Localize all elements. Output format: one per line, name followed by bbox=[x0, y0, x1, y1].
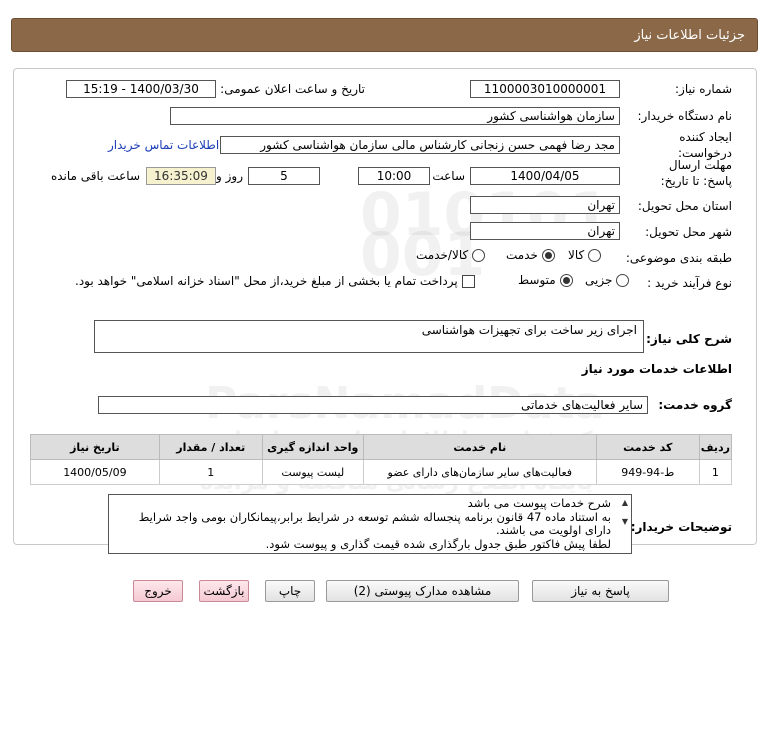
scroll-down-icon[interactable]: ▼ bbox=[622, 517, 628, 526]
back-button[interactable]: بازگشت bbox=[199, 580, 249, 602]
buyer-notes-textarea[interactable]: شرح خدمات پیوست می باشد به استناد ماده 4… bbox=[108, 494, 632, 554]
announce-label: تاریخ و ساعت اعلان عمومی: bbox=[220, 82, 365, 96]
service-group-value: سایر فعالیت‌های خدماتی bbox=[98, 396, 648, 414]
services-table: ردیف کد خدمت نام خدمت واحد اندازه گیری ت… bbox=[30, 434, 733, 485]
radio-icon[interactable] bbox=[588, 249, 602, 262]
radio-selected-icon[interactable] bbox=[541, 249, 555, 262]
col-row-header: ردیف bbox=[698, 434, 733, 460]
note-line: شرح خدمات پیوست می باشد bbox=[467, 496, 611, 510]
exit-button[interactable]: خروج bbox=[133, 580, 183, 602]
radio-icon[interactable] bbox=[616, 274, 630, 287]
reply-button[interactable]: پاسخ به نیاز bbox=[532, 580, 669, 602]
deadline-label: مهلت ارسال پاسخ: تا تاریخ: bbox=[660, 158, 732, 188]
radio-selected-icon[interactable] bbox=[559, 274, 573, 287]
notes-scrollbar[interactable]: ▲ ▼ bbox=[622, 498, 628, 526]
process-option-medium[interactable]: متوسط bbox=[518, 273, 573, 287]
scroll-up-icon[interactable]: ▲ bbox=[622, 498, 628, 507]
radio-icon[interactable] bbox=[472, 249, 486, 262]
print-button[interactable]: چاپ bbox=[265, 580, 315, 602]
table-row: 1 ط-94-949 فعالیت‌های سایر سازمان‌های دا… bbox=[30, 459, 733, 485]
col-date-header: تاریخ نیاز bbox=[30, 434, 160, 460]
table-header-row: ردیف کد خدمت نام خدمت واحد اندازه گیری ت… bbox=[30, 434, 733, 460]
col-qty-header: تعداد / مقدار bbox=[158, 434, 263, 460]
buyer-notes-label: توضیحات خریدار: bbox=[630, 520, 732, 534]
days-label: روز و bbox=[216, 169, 243, 183]
checkbox-icon[interactable] bbox=[461, 275, 475, 288]
process-option-minor[interactable]: جزیی bbox=[585, 273, 630, 287]
cell-name: فعالیت‌های سایر سازمان‌های دارای عضو bbox=[362, 459, 597, 485]
days-remaining: 5 bbox=[248, 167, 320, 185]
need-number-label: شماره نیاز: bbox=[675, 82, 732, 96]
category-option-goods[interactable]: کالا bbox=[568, 248, 602, 262]
process-label: نوع فرآیند خرید : bbox=[647, 276, 732, 290]
cell-code: ط-94-949 bbox=[595, 459, 700, 485]
province-value: تهران bbox=[470, 196, 620, 214]
buyer-org-label: نام دستگاه خریدار: bbox=[637, 109, 733, 123]
note-line: دارای اولویت می باشند. bbox=[496, 523, 611, 537]
cell-unit: لیست پیوست bbox=[261, 459, 364, 485]
col-code-header: کد خدمت bbox=[595, 434, 700, 460]
category-option-goods-service[interactable]: کالا/خدمت bbox=[416, 248, 486, 262]
summary-label: شرح کلی نیاز: bbox=[646, 332, 732, 346]
service-group-label: گروه خدمت: bbox=[658, 398, 732, 412]
treasury-payment-option[interactable]: پرداخت تمام یا بخشی از مبلغ خرید،از محل … bbox=[75, 274, 475, 288]
announce-value: 1400/03/30 - 15:19 bbox=[66, 80, 216, 98]
cell-qty: 1 bbox=[158, 459, 263, 485]
note-line: لطفا پیش فاکتور طبق جدول بارگذاری شده قی… bbox=[265, 536, 611, 551]
cell-date: 1400/05/09 bbox=[30, 459, 160, 485]
buyer-contact-link[interactable]: اطلاعات تماس خریدار bbox=[108, 138, 219, 152]
category-label: طبقه بندی موضوعی: bbox=[625, 251, 732, 265]
province-label: استان محل تحویل: bbox=[637, 199, 732, 213]
category-option-service[interactable]: خدمت bbox=[506, 248, 555, 262]
summary-value: اجرای زیر ساخت برای تجهیزات هواشناسی bbox=[94, 320, 644, 353]
note-line: به استناد ماده 47 قانون برنامه پنجساله ش… bbox=[138, 509, 611, 524]
need-number-value: 1100003010000001 bbox=[470, 80, 620, 98]
col-name-header: نام خدمت bbox=[362, 434, 597, 460]
city-value: تهران bbox=[470, 222, 620, 240]
deadline-date: 1400/04/05 bbox=[470, 167, 620, 185]
remaining-time: 16:35:09 bbox=[146, 167, 216, 185]
remaining-label: ساعت باقی مانده bbox=[50, 169, 140, 183]
deadline-time: 10:00 bbox=[358, 167, 430, 185]
services-heading: اطلاعات خدمات مورد نیاز bbox=[581, 362, 732, 376]
creator-value: مجد رضا فهمی حسن زنجانی کارشناس مالی ساز… bbox=[220, 136, 620, 154]
time-label: ساعت bbox=[432, 169, 465, 183]
buyer-org-value: سازمان هواشناسی کشور bbox=[170, 107, 620, 125]
col-unit-header: واحد اندازه گیری bbox=[261, 434, 364, 460]
city-label: شهر محل تحویل: bbox=[645, 225, 732, 239]
page-title: جزئیات اطلاعات نیاز bbox=[634, 28, 745, 43]
cell-row: 1 bbox=[698, 459, 733, 485]
attachments-button[interactable]: مشاهده مدارک پیوستی (2) bbox=[326, 580, 519, 602]
page-header: جزئیات اطلاعات نیاز bbox=[11, 18, 758, 52]
